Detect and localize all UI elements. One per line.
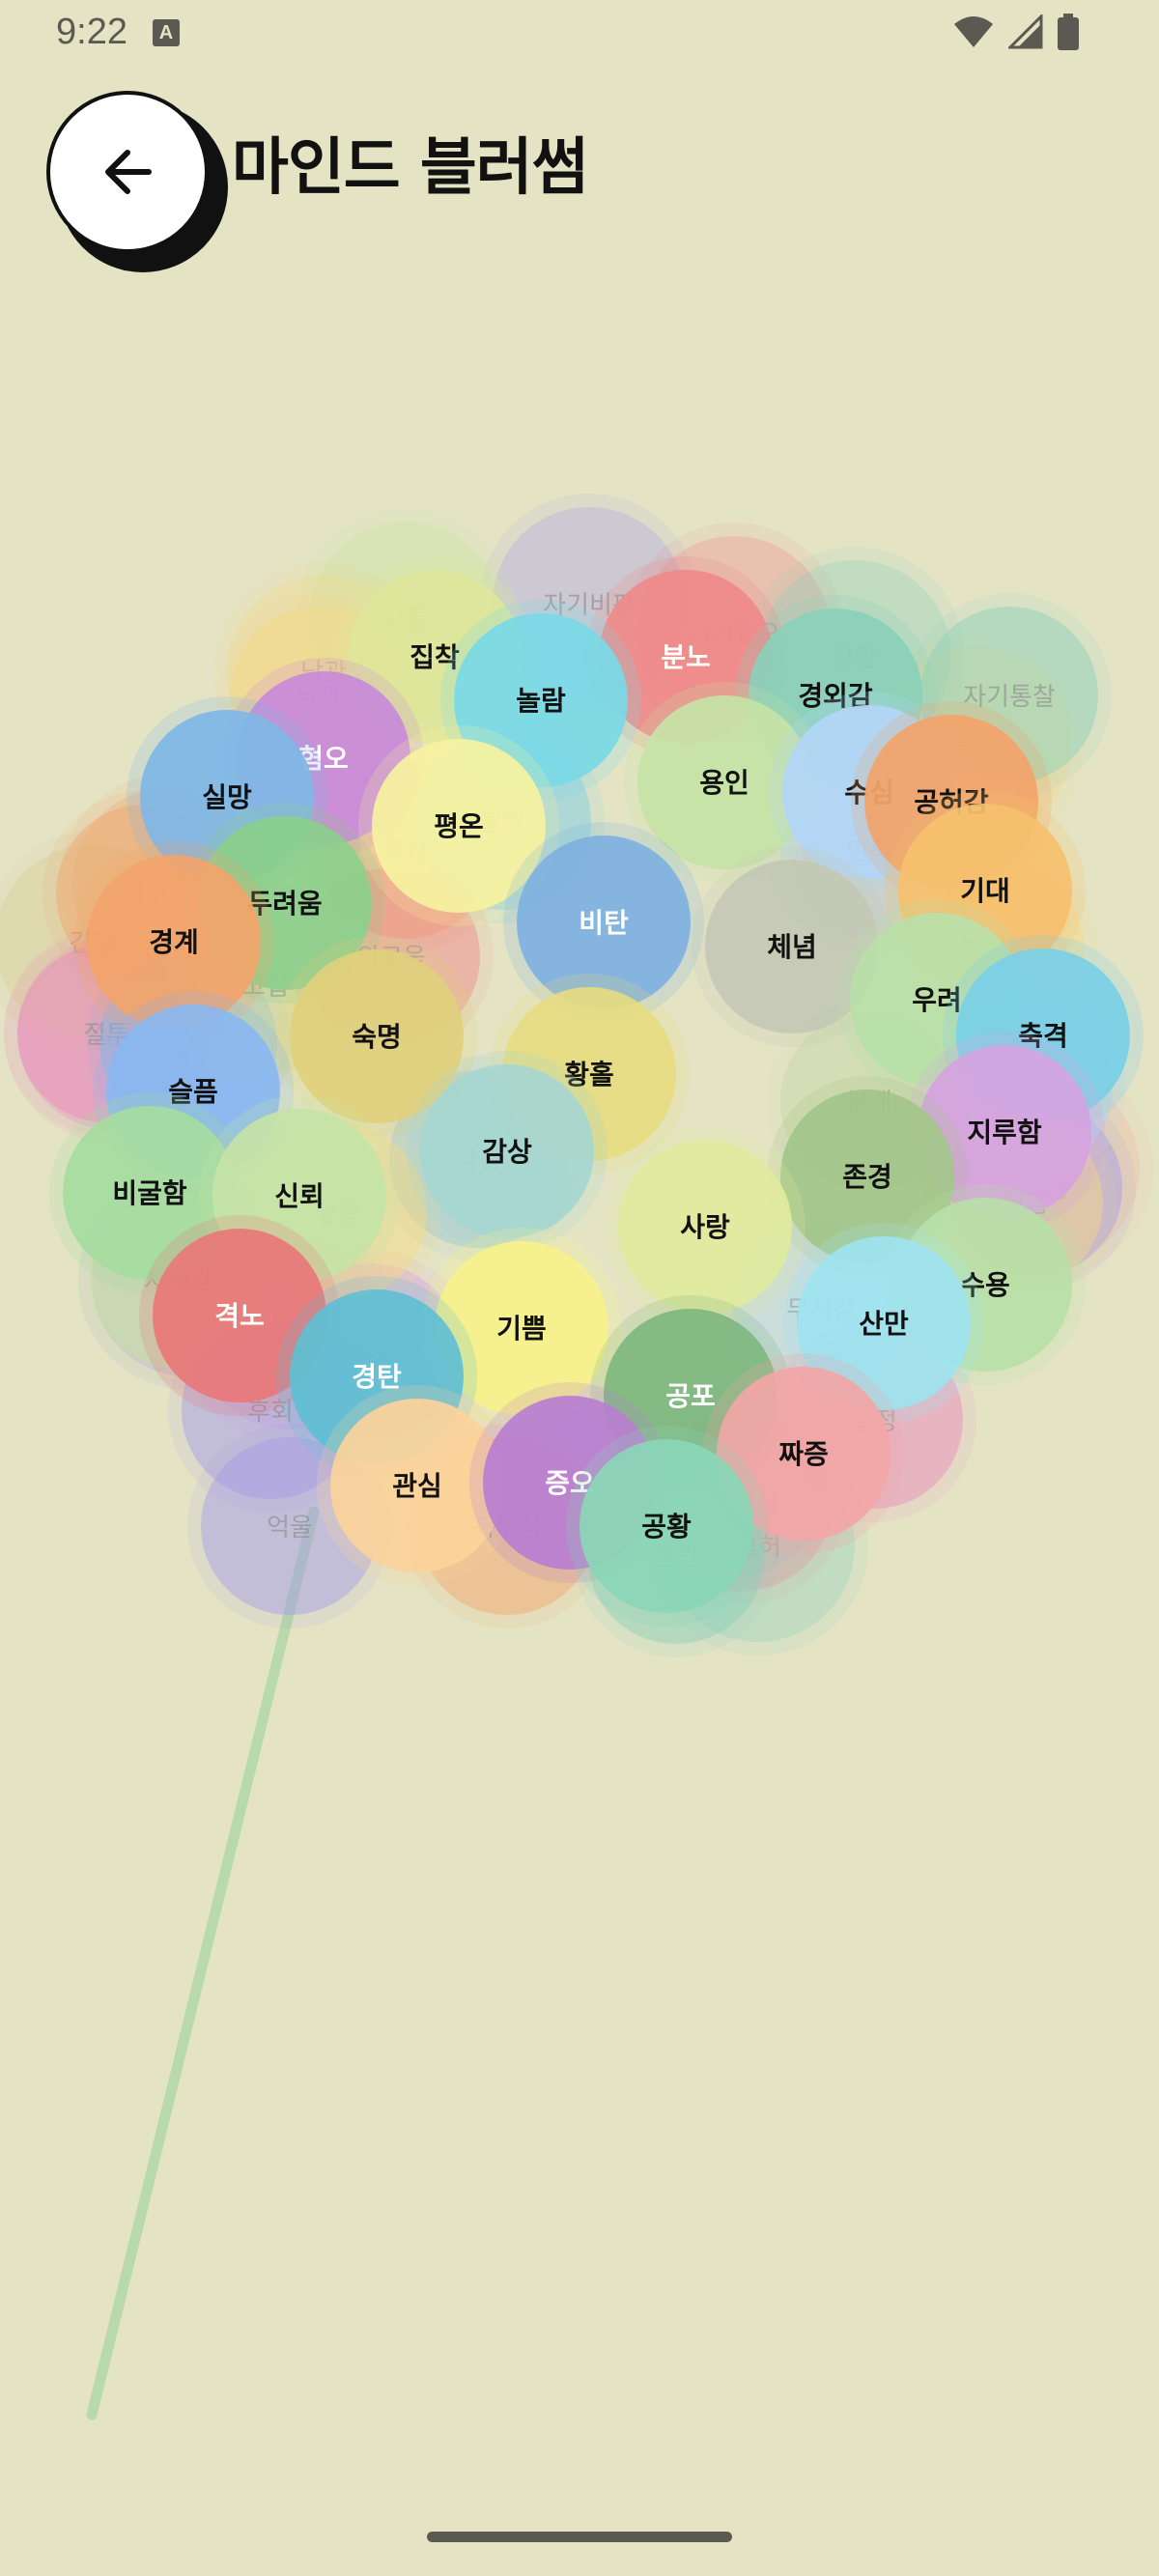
emotion-bubble-label: 놀람 (516, 685, 566, 717)
emotion-bubble-label: 비굴함 (112, 1177, 187, 1209)
emotion-bubble-label: 평온 (434, 810, 484, 842)
emotion-bubble-label: 비탄 (579, 907, 629, 939)
emotion-bubble-label: 격노 (214, 1300, 265, 1332)
emotion-bubble-label: 억울 (267, 1514, 313, 1543)
mind-blossom: 자기비판자기혐오질투의구고통굴욕의심공허낙관감탄흥분소외감고독안도긴장 낙관공감… (0, 494, 1153, 2420)
emotion-bubble-label: 실망 (202, 781, 252, 813)
home-indicator[interactable] (427, 2532, 732, 2542)
emotion-bubble-label: 공포 (665, 1380, 716, 1412)
emotion-bubble-label: 분노 (661, 641, 711, 673)
emotion-bubble-label: 짜증 (778, 1438, 829, 1470)
emotion-bubble-label: 체념 (767, 931, 817, 963)
emotion-bubble[interactable]: 감상 (407, 1051, 608, 1252)
flower-stem (86, 1506, 320, 2420)
emotion-bubble-label: 기쁨 (496, 1313, 547, 1345)
emotion-bubble-label: 신뢰 (274, 1180, 325, 1212)
emotion-bubble-label: 기대 (960, 875, 1010, 907)
emotion-bubble[interactable]: 공황 (566, 1426, 767, 1627)
emotion-bubble-label: 사랑 (680, 1211, 730, 1243)
emotion-bubble-label: 용인 (699, 767, 749, 799)
emotion-bubble-label: 숙명 (352, 1021, 402, 1053)
emotion-bubble-label: 공황 (641, 1511, 692, 1543)
emotion-bubble-label: 지루함 (967, 1117, 1042, 1148)
emotion-bubble-label: 관심 (392, 1470, 442, 1502)
emotion-bubble-label: 산만 (859, 1308, 909, 1340)
emotion-bubble-label: 존경 (842, 1161, 892, 1193)
emotion-bubble-label: 경계 (149, 926, 199, 958)
emotion-bubble-label: 감상 (482, 1136, 532, 1168)
